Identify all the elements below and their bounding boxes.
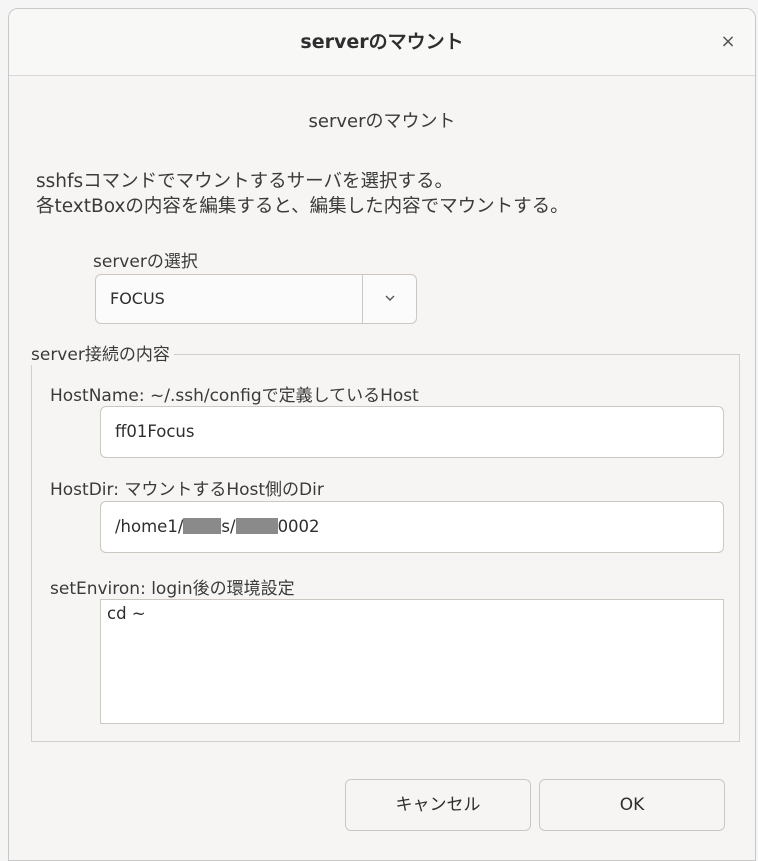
dialog-title: serverのマウント [300,31,464,53]
setenviron-label: setEnviron: login後の環境設定 [50,579,295,599]
connection-group-legend: server接続の内容 [31,345,174,365]
cancel-button[interactable]: キャンセル [345,779,531,831]
server-select-label: serverの選択 [93,252,198,272]
description-line-2: 各textBoxの内容を編集すると、編集した内容でマウントする。 [36,196,569,217]
close-icon[interactable]: × [715,29,741,55]
mount-dialog: serverのマウント × serverのマウント sshfsコマンドでマウント… [8,8,756,861]
dialog-heading: serverのマウント [308,111,456,132]
hostdir-segment-2: 0002 [277,517,320,536]
setenviron-textarea[interactable]: cd ~ [100,599,724,724]
description-line-1: sshfsコマンドでマウントするサーバを選択する。 [36,171,453,192]
ok-button[interactable]: OK [539,779,725,831]
redaction-block [235,518,278,534]
hostname-input[interactable]: ff01Focus [100,406,724,458]
chevron-down-icon[interactable] [363,275,416,323]
title-bar: serverのマウント × [9,9,755,76]
server-select-value: FOCUS [110,289,165,308]
hostname-label: HostName: ~/.ssh/configで定義しているHost [50,386,419,406]
hostdir-segment-1: s/ [221,517,236,536]
hostdir-input[interactable]: /home1/s/0002 [100,501,724,553]
redaction-block [183,518,222,534]
hostdir-prefix: /home1/ [115,517,184,536]
server-select-combobox[interactable]: FOCUS [95,274,417,324]
description: sshfsコマンドでマウントするサーバを選択する。 各textBoxの内容を編集… [36,169,569,219]
hostdir-label: HostDir: マウントするHost側のDir [50,480,324,500]
